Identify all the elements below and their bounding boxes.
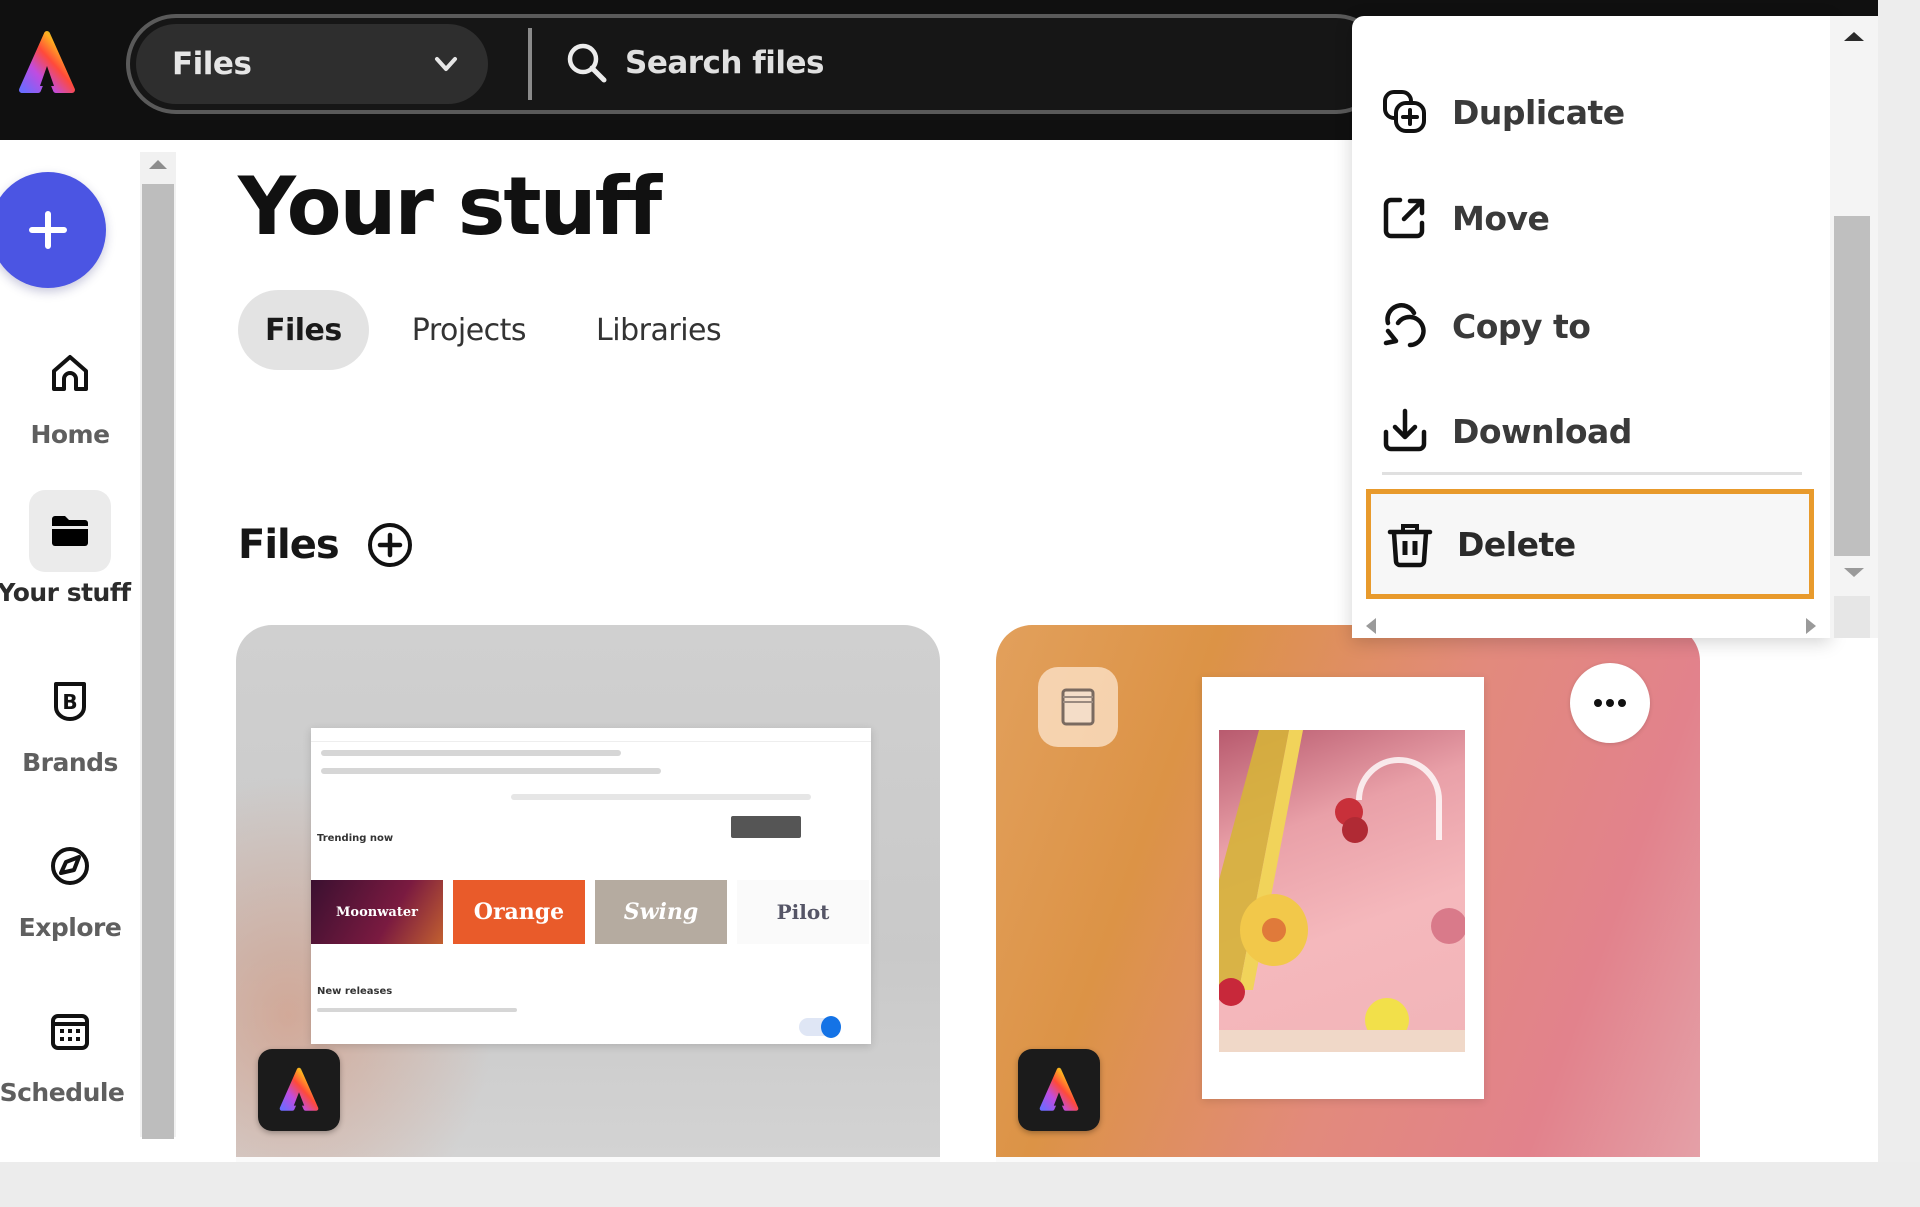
svg-text:B: B xyxy=(62,690,77,714)
document-icon xyxy=(1061,688,1095,726)
sidebar-item-label: Schedule xyxy=(0,1078,125,1107)
search-input[interactable] xyxy=(625,45,1225,81)
tab-libraries[interactable]: Libraries xyxy=(569,290,748,370)
brand-icon: B xyxy=(54,682,86,721)
calendar-icon xyxy=(51,1014,89,1050)
menu-item-copy-to[interactable]: Copy to xyxy=(1380,286,1800,366)
scope-dropdown-value: Files xyxy=(172,46,252,82)
page-title: Your stuff xyxy=(238,160,662,253)
thumbnail-heading: Trending now xyxy=(317,833,394,844)
download-icon xyxy=(1383,408,1427,452)
menu-item-download[interactable]: Download xyxy=(1380,391,1800,471)
scroll-left-arrow[interactable] xyxy=(1366,618,1376,634)
document-type-badge xyxy=(1038,667,1118,747)
thumbnail-browser-bar xyxy=(311,728,871,742)
menu-item-label: Copy to xyxy=(1452,306,1591,346)
thumbnail-tile: Moonwater xyxy=(311,880,443,944)
calendar-icon-wrap xyxy=(29,990,111,1072)
app-window: Files Home Your stuff B xyxy=(0,0,1878,1162)
menu-item-delete[interactable]: Delete xyxy=(1366,489,1814,599)
menu-item-label: Duplicate xyxy=(1452,92,1625,132)
sidebar-item-label: Brands xyxy=(22,748,118,777)
thumbnail-tile: Pilot xyxy=(737,880,869,944)
tab-files[interactable]: Files xyxy=(238,290,369,370)
scrollbar-corner xyxy=(1834,596,1870,638)
context-menu: Duplicate Move Copy to Download Delete xyxy=(1352,16,1830,638)
home-icon xyxy=(52,355,88,391)
window-edge xyxy=(1878,0,1920,1207)
thumbnail-line xyxy=(511,794,811,800)
duplicate-icon xyxy=(1383,90,1426,133)
thumbnail-heading: New releases xyxy=(317,986,393,997)
adobe-express-logo xyxy=(1039,1067,1079,1111)
thumbnail-tiles: Moonwater Orange Swing Pilot xyxy=(311,880,869,944)
scroll-up-arrow[interactable] xyxy=(1844,32,1864,41)
file-card[interactable] xyxy=(996,625,1700,1162)
menu-item-duplicate[interactable]: Duplicate xyxy=(1380,72,1800,152)
file-thumbnail xyxy=(1202,677,1484,1099)
explore-icon xyxy=(51,847,89,885)
tab-bar: Files Projects Libraries xyxy=(238,290,748,370)
section-title: Files xyxy=(238,522,340,568)
add-circle-icon[interactable] xyxy=(365,520,415,570)
explore-icon-wrap xyxy=(29,825,111,907)
thumbnail-tile: Swing xyxy=(595,880,727,944)
copy-to-icon xyxy=(1383,303,1426,348)
adobe-express-logo[interactable] xyxy=(12,28,82,98)
sidebar-scrollbar[interactable] xyxy=(140,152,176,1139)
create-button[interactable] xyxy=(0,172,106,288)
more-options-button[interactable] xyxy=(1570,663,1650,743)
sidebar-item-home[interactable]: Home xyxy=(0,332,140,449)
thumbnail-tooltip xyxy=(731,816,801,838)
scroll-down-arrow[interactable] xyxy=(1844,568,1864,577)
move-icon xyxy=(1383,197,1425,239)
brand-icon-wrap: B xyxy=(29,660,111,742)
tab-projects[interactable]: Projects xyxy=(385,290,553,370)
menu-item-label: Move xyxy=(1452,198,1550,238)
sidebar-item-label: Home xyxy=(30,420,110,449)
file-card[interactable]: Trending now Moonwater Orange Swing Pilo… xyxy=(236,625,940,1162)
sidebar-item-explore[interactable]: Explore xyxy=(0,825,140,942)
thumbnail-line xyxy=(317,1008,517,1012)
search-field[interactable] xyxy=(565,30,1265,96)
files-section-header: Files xyxy=(238,520,415,570)
poster-image xyxy=(1219,730,1465,1052)
sidebar: Home Your stuff B Brands Explore Schedul… xyxy=(0,140,140,1162)
sidebar-item-schedule[interactable]: Schedule xyxy=(0,990,140,1107)
chevron-down-icon xyxy=(435,57,457,71)
thumbnail-line xyxy=(321,768,661,774)
adobe-express-logo xyxy=(279,1067,319,1111)
scrollbar-thumb[interactable] xyxy=(1834,216,1870,556)
menu-item-label: Download xyxy=(1452,411,1632,451)
window-bottom-edge xyxy=(0,1162,1920,1207)
sidebar-item-label: Explore xyxy=(18,913,122,942)
thumbnail-toggle xyxy=(799,1016,841,1038)
thumbnail-line xyxy=(321,750,621,756)
plus-icon xyxy=(29,211,67,249)
folder-icon xyxy=(52,516,88,546)
thumbnail-tile: Orange xyxy=(453,880,585,944)
sidebar-item-brands[interactable]: B Brands xyxy=(0,660,140,777)
search-divider xyxy=(528,28,532,100)
folder-icon-wrap xyxy=(29,490,111,572)
sidebar-item-your-stuff[interactable]: Your stuff xyxy=(0,490,140,607)
menu-divider xyxy=(1382,472,1802,475)
menu-item-move[interactable]: Move xyxy=(1380,178,1800,258)
app-badge xyxy=(1018,1049,1100,1131)
menu-vertical-scrollbar[interactable] xyxy=(1830,16,1878,638)
more-icon xyxy=(1594,699,1626,707)
menu-horizontal-scrollbar[interactable] xyxy=(1366,614,1816,636)
home-icon-wrap xyxy=(29,332,111,414)
scrollbar-thumb[interactable] xyxy=(142,184,174,1139)
trash-icon xyxy=(1387,524,1433,568)
file-thumbnail: Trending now Moonwater Orange Swing Pilo… xyxy=(311,728,871,1044)
menu-item-label: Delete xyxy=(1457,524,1576,564)
sidebar-item-label: Your stuff xyxy=(0,578,131,607)
scope-dropdown[interactable]: Files xyxy=(136,24,488,104)
scroll-up-arrow[interactable] xyxy=(149,160,167,169)
poster-artwork xyxy=(1219,730,1465,1052)
search-icon xyxy=(567,43,607,83)
app-badge xyxy=(258,1049,340,1131)
scroll-right-arrow[interactable] xyxy=(1806,618,1816,634)
